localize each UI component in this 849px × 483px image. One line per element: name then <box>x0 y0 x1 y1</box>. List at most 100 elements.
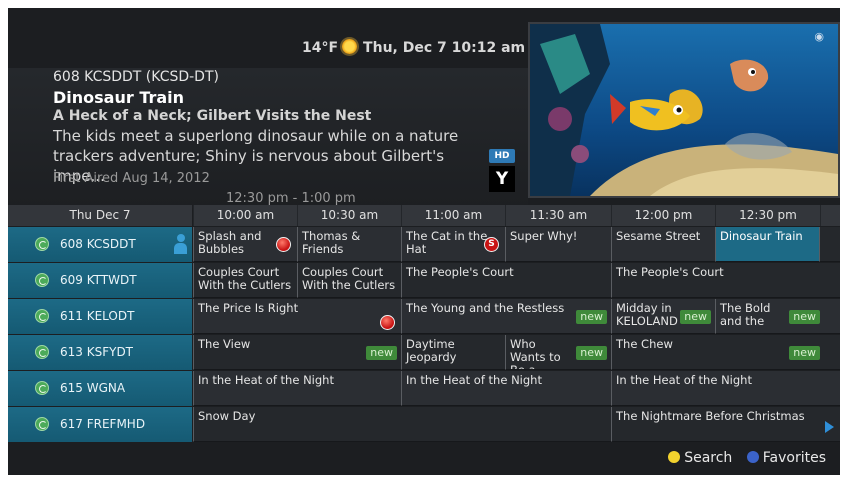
program-cell[interactable]: The Bold and the new <box>715 299 840 334</box>
episode-title: A Heck of a Neck; Gilbert Visits the Nes… <box>53 108 372 124</box>
program-title: The Young and the Restless <box>406 301 565 315</box>
program-title: Who Wants to Be a <box>510 337 561 370</box>
program-cell[interactable]: Sesame Street <box>611 227 715 262</box>
channel-608[interactable]: 608 KCSDDT <box>8 227 192 262</box>
time-header: 10:00 am <box>193 205 297 226</box>
program-cell[interactable]: Daytime Jeopardy <box>401 335 505 370</box>
program-cell[interactable]: The People's Court <box>401 263 611 298</box>
program-cell[interactable]: Super Why! <box>505 227 611 262</box>
program-title: Dinosaur Train <box>53 88 185 107</box>
new-badge: new <box>576 310 607 324</box>
program-title: In the Heat of the Night <box>198 373 334 387</box>
date-time: Thu, Dec 7 10:12 am <box>363 40 526 56</box>
more-arrow-icon[interactable] <box>825 421 834 433</box>
channel-logo-icon <box>35 237 49 251</box>
program-cell[interactable]: In the Heat of the Night <box>193 371 401 406</box>
tv-guide-screen: 14°F Thu, Dec 7 10:12 am 608 KCSDDT (KCSD… <box>8 8 840 475</box>
program-title: In the Heat of the Night <box>406 373 542 387</box>
channel-611[interactable]: 611 KELODT <box>8 299 192 334</box>
channel-label: 613 KSFYDT <box>60 345 134 359</box>
time-header: 11:00 am <box>401 205 505 226</box>
time-header: 10:30 am <box>297 205 401 226</box>
video-preview[interactable]: ◉ <box>528 22 840 198</box>
program-title: The View <box>198 337 251 351</box>
hd-badge: HD <box>489 149 515 163</box>
time-header: 12:30 pm <box>715 205 820 226</box>
program-title: Dinosaur Train <box>720 229 803 243</box>
channel-label: 617 FREFMHD <box>60 417 146 431</box>
channel-label: 608 KCSDDT <box>60 237 136 251</box>
channel-label: 615 WGNA <box>60 381 126 395</box>
channel-name: 608 KCSDDT (KCSD-DT) <box>53 69 219 85</box>
favorites-label[interactable]: Favorites <box>763 450 826 466</box>
program-cell[interactable]: The Cat in the Hat S <box>401 227 505 262</box>
channel-617[interactable]: 617 FREFMHD <box>8 407 192 442</box>
channel-615[interactable]: 615 WGNA <box>8 371 192 406</box>
program-cell[interactable]: The Young and the Restless new <box>401 299 611 334</box>
program-title: Sesame Street <box>616 229 701 243</box>
search-label[interactable]: Search <box>684 450 732 466</box>
program-cell[interactable]: The People's Court <box>611 263 840 298</box>
channel-logo-icon <box>35 309 49 323</box>
program-cell[interactable]: Who Wants to Be a new <box>505 335 611 370</box>
sun-icon <box>342 39 358 54</box>
program-title: Splash and Bubbles <box>198 229 262 256</box>
time-header: 12:00 pm <box>611 205 715 226</box>
program-title: Midday in KELOLAND <box>616 301 678 328</box>
program-cell[interactable]: Thomas & Friends <box>297 227 401 262</box>
yellow-button-icon <box>668 451 681 463</box>
program-title: Daytime Jeopardy <box>406 337 457 364</box>
program-title: The Price Is Right <box>198 301 299 315</box>
channel-label: 609 KTTWDT <box>60 273 137 287</box>
program-title: The Cat in the Hat <box>406 229 488 256</box>
channel-logo-icon <box>35 417 49 431</box>
program-cell[interactable]: The Nightmare Before Christmas <box>611 407 840 442</box>
channel-613[interactable]: 613 KSFYDT <box>8 335 192 370</box>
program-title: Couples Court With the Cutlers <box>302 265 396 292</box>
user-profile-icon <box>174 234 187 255</box>
program-title: The People's Court <box>616 265 724 279</box>
rating-badge: Y <box>489 166 515 192</box>
program-cell-overflow <box>819 227 840 262</box>
program-cell[interactable]: Couples Court With the Cutlers <box>297 263 401 298</box>
program-cell[interactable]: The View new <box>193 335 401 370</box>
time-header-spacer <box>820 205 840 226</box>
channel-logo-icon <box>35 345 49 359</box>
program-title: Thomas & Friends <box>302 229 361 256</box>
series-record-icon: S <box>484 237 499 252</box>
temperature: 14°F <box>302 40 339 56</box>
record-icon <box>276 237 291 252</box>
new-badge: new <box>576 346 607 360</box>
new-badge: new <box>680 310 711 324</box>
status-bar: 14°F Thu, Dec 7 10:12 am <box>8 8 528 68</box>
new-badge: new <box>789 346 820 360</box>
program-cell[interactable]: Snow Day <box>193 407 611 442</box>
grid-date: Thu Dec 7 <box>8 205 192 226</box>
program-title: The Chew <box>616 337 673 351</box>
program-title: Couples Court With the Cutlers <box>198 265 292 292</box>
channel-logo-icon <box>35 273 49 287</box>
program-title: In the Heat of the Night <box>616 373 752 387</box>
channel-label: 611 KELODT <box>60 309 135 323</box>
time-slot: 12:30 pm - 1:00 pm <box>226 191 356 206</box>
footer-bar: Search Favorites <box>8 445 840 475</box>
blue-button-icon <box>746 451 759 463</box>
program-cell[interactable]: The Chew new <box>611 335 840 370</box>
channel-logo-icon <box>35 381 49 395</box>
record-icon <box>380 315 395 330</box>
program-title: The Bold and the <box>720 301 771 328</box>
program-cell[interactable]: Couples Court With the Cutlers <box>193 263 297 298</box>
program-guide-grid: Thu Dec 7 10:00 am 10:30 am 11:00 am 11:… <box>8 205 840 445</box>
new-badge: new <box>789 310 820 324</box>
program-cell[interactable]: The Price Is Right <box>193 299 401 334</box>
program-cell[interactable]: Midday in KELOLAND new <box>611 299 715 334</box>
program-title: Snow Day <box>198 409 256 423</box>
program-cell-selected[interactable]: Dinosaur Train <box>715 227 819 262</box>
program-cell[interactable]: In the Heat of the Night <box>401 371 611 406</box>
new-badge: new <box>366 346 397 360</box>
program-cell[interactable]: Splash and Bubbles <box>193 227 297 262</box>
button-legend: Search Favorites <box>668 450 826 466</box>
program-cell[interactable]: In the Heat of the Night <box>611 371 840 406</box>
program-title: The Nightmare Before Christmas <box>616 409 805 423</box>
channel-609[interactable]: 609 KTTWDT <box>8 263 192 298</box>
